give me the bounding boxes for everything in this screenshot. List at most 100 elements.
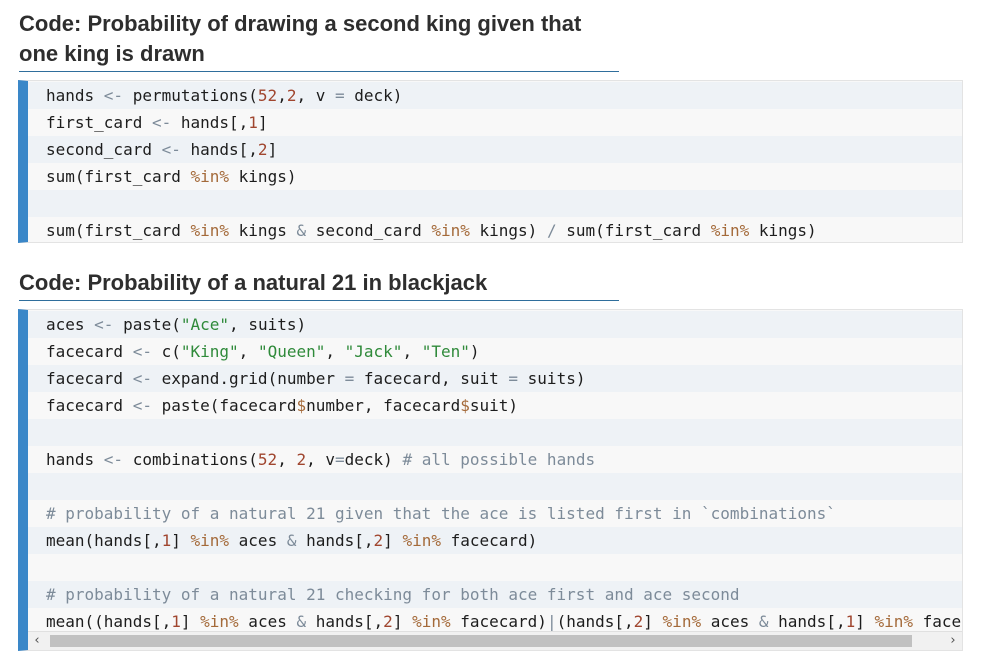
code-token: 2: [383, 612, 393, 631]
code-token: ]: [267, 140, 278, 159]
code-token: facecard): [450, 612, 547, 631]
code-token: %in%: [402, 531, 441, 550]
code-token: # probability of a natural 21 checking f…: [46, 585, 740, 604]
code-line: facecard <- paste(facecard$number, facec…: [28, 392, 962, 419]
code-token: second_card: [46, 140, 162, 159]
code-token: facecard)): [922, 612, 962, 631]
scroll-left-arrow-icon[interactable]: ‹: [28, 632, 46, 650]
code-token: sum(first_card: [556, 221, 711, 240]
code-line: # probability of a natural 21 checking f…: [28, 581, 962, 608]
code-token: facecard: [46, 342, 133, 361]
code-token: paste(facecard: [151, 396, 297, 415]
code-token: ]: [180, 612, 201, 631]
code-token: , v: [296, 86, 335, 105]
code-token: 2: [373, 531, 384, 550]
code-line: [28, 419, 962, 446]
code-token: %in%: [874, 612, 914, 631]
code-token: "Ten": [421, 342, 470, 361]
code-token: <-: [132, 342, 152, 361]
code-token: aces: [701, 612, 759, 631]
code-token: 52: [257, 450, 278, 469]
code-token: sum(first_card: [46, 167, 191, 186]
code-line: sum(first_card %in% kings & second_card …: [28, 217, 962, 242]
code-line: [28, 473, 962, 500]
code-token: number, facecard: [306, 396, 461, 415]
code-token: # all possible hands: [402, 450, 596, 469]
code-token: second_card: [306, 221, 432, 240]
code-token: =: [335, 450, 345, 469]
code-token: , v: [306, 450, 335, 469]
code-token: 2: [633, 612, 644, 631]
code-token: <-: [151, 113, 172, 132]
code-token: combinations(: [123, 450, 258, 469]
code-block-kings: hands <- permutations(52,2, v = deck) fir…: [18, 80, 963, 243]
code-token: <-: [132, 369, 152, 388]
code-token: %in%: [412, 612, 451, 631]
code-token: ]: [383, 531, 403, 550]
scrollbar-thumb[interactable]: [50, 635, 912, 647]
code-lines: hands <- permutations(52,2, v = deck) fir…: [28, 81, 962, 242]
code-line: [28, 554, 962, 581]
code-token: hands[,: [768, 612, 846, 631]
code-token: sum(first_card: [46, 221, 191, 240]
code-token: ]: [643, 612, 663, 631]
code-lines: aces <- paste("Ace", suits) facecard <- c…: [28, 310, 962, 635]
code-token: kings: [229, 221, 297, 240]
code-line: first_card <- hands[,1]: [28, 109, 962, 136]
code-token: , suits): [229, 315, 307, 334]
code-token: hands: [46, 450, 104, 469]
code-token: ]: [855, 612, 875, 631]
code-token: deck): [344, 86, 403, 105]
code-token: 1: [161, 531, 172, 550]
code-token: <-: [94, 315, 114, 334]
code-token: (hands[,: [556, 612, 634, 631]
code-token: mean((hands[,: [46, 612, 172, 631]
code-line: aces <- paste("Ace", suits): [28, 311, 962, 338]
code-token: %in%: [200, 612, 239, 631]
code-token: $: [460, 396, 470, 415]
page: Code: Probability of drawing a second ki…: [0, 0, 1006, 671]
code-token: "Jack": [344, 342, 403, 361]
code-token: 2: [296, 450, 307, 469]
code-token: # probability of a natural 21 given that…: [46, 504, 836, 523]
code-token: suits): [518, 369, 586, 388]
code-token: hands[,: [306, 612, 384, 631]
code-token: %in%: [710, 221, 750, 240]
code-token: aces: [238, 612, 297, 631]
code-token: /: [546, 221, 557, 240]
code-token: kings): [469, 221, 547, 240]
code-line: facecard <- expand.grid(number = facecar…: [28, 365, 962, 392]
code-token: 1: [845, 612, 856, 631]
code-token: ]: [171, 531, 191, 550]
scroll-right-arrow-icon[interactable]: ›: [944, 632, 962, 650]
code-token: =: [508, 369, 519, 388]
code-token: facecard: [46, 369, 133, 388]
horizontal-scrollbar[interactable]: ‹ ›: [28, 631, 962, 650]
code-token: facecard: [46, 396, 133, 415]
code-token: "Queen": [257, 342, 326, 361]
code-token: facecard, suit: [354, 369, 509, 388]
code-line: second_card <- hands[,2]: [28, 136, 962, 163]
code-token: ,: [325, 342, 345, 361]
code-token: ,: [238, 342, 258, 361]
section-heading-blackjack: Code: Probability of a natural 21 in bla…: [19, 268, 619, 301]
code-token: $: [296, 396, 307, 415]
code-token: %in%: [190, 167, 230, 186]
code-token: hands[,: [296, 531, 374, 550]
code-line: hands <- combinations(52, 2, v=deck) # a…: [28, 446, 962, 473]
code-token: suit): [469, 396, 519, 415]
code-token: ]: [392, 612, 413, 631]
code-token: 52: [257, 86, 278, 105]
code-token: <-: [103, 450, 124, 469]
code-line: [28, 190, 962, 217]
code-token: ,: [402, 342, 422, 361]
code-token: aces: [229, 531, 287, 550]
code-token: %in%: [190, 531, 230, 550]
code-line: sum(first_card %in% kings): [28, 163, 962, 190]
code-token: ): [469, 342, 480, 361]
code-token: hands[,: [180, 140, 258, 159]
code-token: hands: [46, 86, 104, 105]
code-block-blackjack: aces <- paste("Ace", suits) facecard <- c…: [18, 309, 963, 651]
code-token: 1: [248, 113, 258, 132]
code-token: &: [296, 612, 307, 631]
